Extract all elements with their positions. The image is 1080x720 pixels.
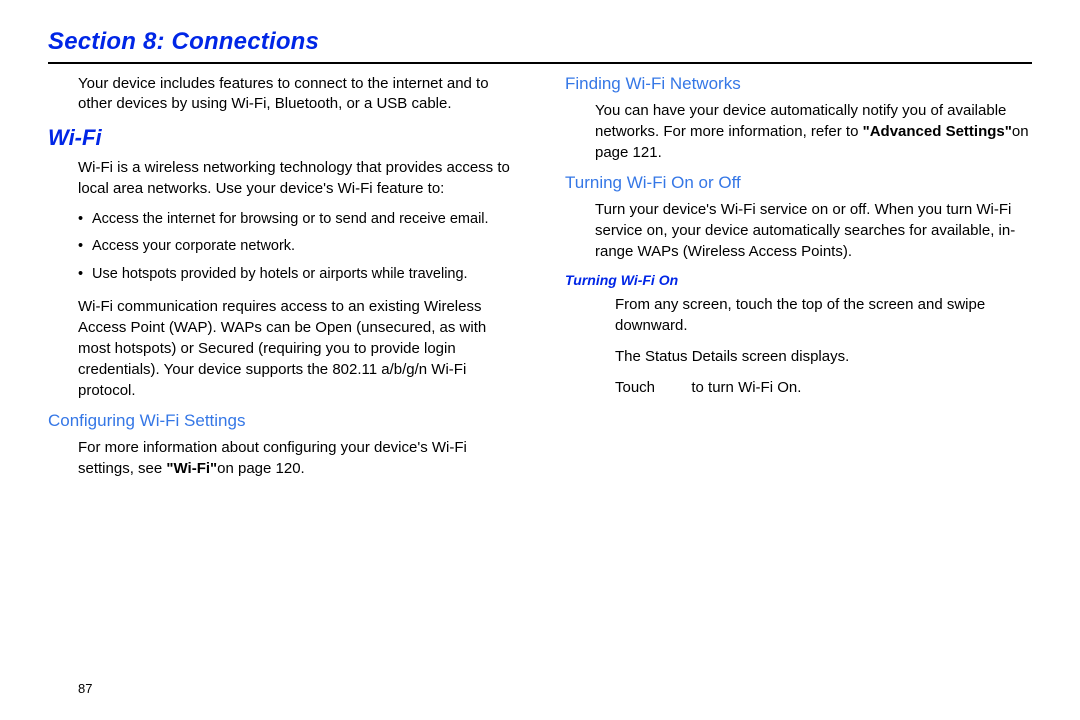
wifi-heading: Wi-Fi <box>48 125 515 151</box>
step-paragraph: From any screen, touch the top of the sc… <box>615 294 1032 336</box>
text-run: Touch <box>615 379 659 396</box>
list-item: Access the internet for browsing or to s… <box>78 209 515 231</box>
wap-paragraph: Wi-Fi communication requires access to a… <box>78 296 515 401</box>
step-paragraph: Touch to turn Wi-Fi On. <box>615 377 1032 398</box>
right-column: Finding Wi-Fi Networks You can have your… <box>565 74 1032 489</box>
text-run: to turn Wi-Fi On. <box>691 379 801 396</box>
configuring-heading: Configuring Wi-Fi Settings <box>48 411 515 431</box>
list-item: Access your corporate network. <box>78 236 515 258</box>
finding-paragraph: You can have your device automatically n… <box>595 100 1032 163</box>
bold-reference: "Wi-Fi" <box>166 460 217 477</box>
bold-reference: "Advanced Settings" <box>863 123 1012 140</box>
wifi-intro: Wi-Fi is a wireless networking technolog… <box>78 157 515 199</box>
turning-on-subheading: Turning Wi-Fi On <box>565 272 1032 288</box>
left-column: Your device includes features to connect… <box>48 74 515 489</box>
list-item: Use hotspots provided by hotels or airpo… <box>78 264 515 286</box>
text-run: on page 120. <box>217 460 305 477</box>
two-column-layout: Your device includes features to connect… <box>48 74 1032 489</box>
horizontal-rule <box>48 62 1032 64</box>
wifi-bullet-list: Access the internet for browsing or to s… <box>78 209 515 286</box>
intro-paragraph: Your device includes features to connect… <box>78 74 515 115</box>
turning-paragraph: Turn your device's Wi-Fi service on or o… <box>595 199 1032 262</box>
section-title: Section 8: Connections <box>48 28 1032 56</box>
step-paragraph: The Status Details screen displays. <box>615 346 1032 367</box>
turning-heading: Turning Wi-Fi On or Off <box>565 173 1032 193</box>
finding-heading: Finding Wi-Fi Networks <box>565 74 1032 94</box>
configuring-paragraph: For more information about configuring y… <box>78 437 515 479</box>
document-page: Section 8: Connections Your device inclu… <box>0 0 1080 720</box>
page-number: 87 <box>78 681 92 696</box>
